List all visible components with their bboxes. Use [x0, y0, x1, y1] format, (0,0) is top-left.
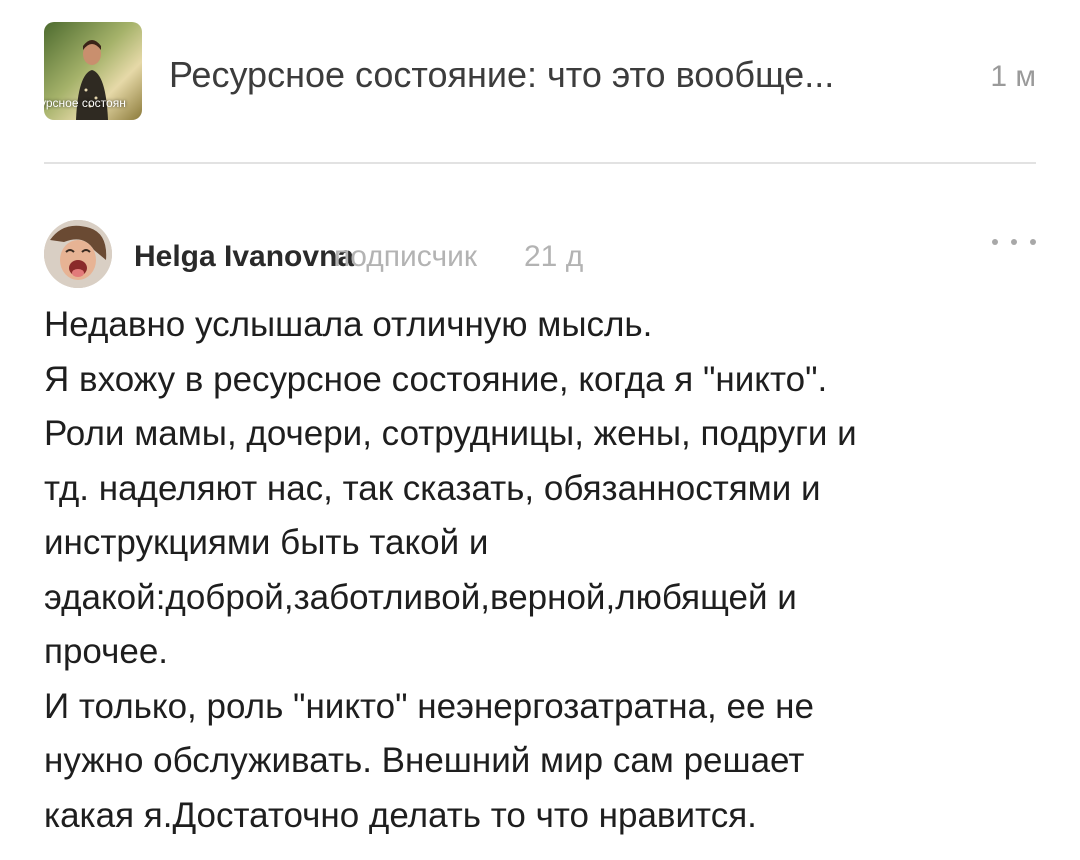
dot [1030, 239, 1036, 245]
comment-line: прочее. [44, 632, 169, 671]
comment-line: И только, роль "никто" неэнергозатратна,… [44, 686, 814, 726]
comment-line: тд. наделяют нас, так сказать, обязаннос… [44, 468, 821, 508]
article-thumbnail[interactable]: урсное состоян [44, 22, 142, 120]
divider [44, 162, 1036, 164]
article-time: 1 м [990, 60, 1036, 93]
author-role: подписчик [334, 240, 477, 273]
comment-line: Недавно услышала отличную мысль. [44, 305, 653, 344]
article-title[interactable]: Ресурсное состояние: что это вообще... [169, 54, 834, 96]
comment-line: какая я.Достаточно делать то что нравитс… [44, 795, 757, 835]
comment-line: Роли мамы, дочери, сотрудницы, жены, под… [44, 414, 857, 453]
comment-text: Недавно услышала отличную мысль. Я вхожу… [44, 298, 1036, 843]
comment-time: 21 д [524, 240, 584, 273]
comment-line: эдакой:доброй,заботливой,верной,любящей … [44, 577, 797, 617]
comment-line: инструкциями быть такой и [44, 523, 489, 562]
comment-line: Я вхожу в ресурсное состояние, когда я "… [44, 359, 828, 399]
avatar-image [44, 220, 112, 288]
thumbnail-caption: урсное состоян [44, 96, 126, 110]
avatar[interactable] [44, 220, 112, 288]
comment-author[interactable]: Helga Ivanovna [134, 240, 354, 274]
more-dots-icon[interactable] [992, 232, 1036, 252]
dot [1011, 239, 1017, 245]
dot [992, 239, 998, 245]
article-header[interactable]: урсное состоян Ресурсное состояние: что … [44, 22, 1036, 122]
comment-line: нужно обслуживать. Внешний мир сам решае… [44, 741, 805, 780]
